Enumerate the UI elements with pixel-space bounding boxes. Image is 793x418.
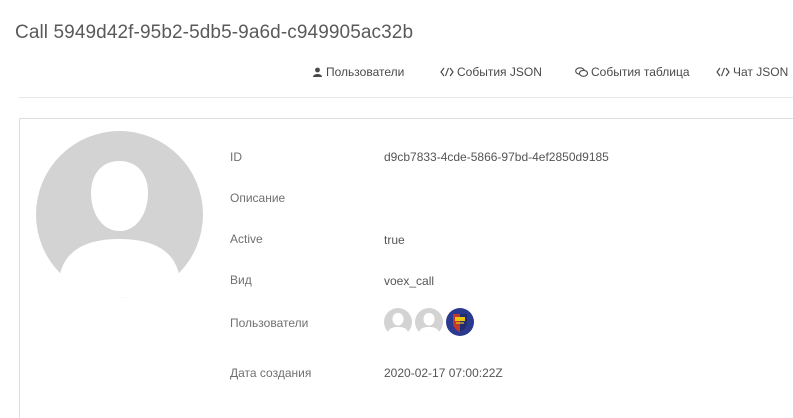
code-icon [716,67,730,77]
id-label: ID [230,150,242,164]
users-list [384,307,477,337]
user-placeholder-icon[interactable] [384,308,412,336]
created-value: 2020-02-17 07:00:22Z [384,366,503,380]
user-avatar-icon[interactable] [446,308,474,336]
tab-events-table-label: События таблица [591,65,690,79]
tab-chat-json[interactable]: Чат JSON [716,65,788,79]
active-label: Active [230,232,263,246]
tab-events-json-label: События JSON [457,65,542,79]
tab-events-json[interactable]: События JSON [440,65,542,79]
users-label: Пользователи [230,316,309,330]
users-icon [312,67,323,77]
tab-chat-json-label: Чат JSON [733,65,789,79]
kind-label: Вид [230,273,252,287]
description-label: Описание [230,191,286,205]
tab-users[interactable]: Пользователи [312,65,404,79]
avatar [36,131,203,298]
header-divider [19,97,793,98]
page-title: Call 5949d42f-95b2-5db5-9a6d-c949905ac32… [15,22,414,43]
user-placeholder-icon[interactable] [415,308,443,336]
nav-tabs: Пользователи События JSON События таблиц… [0,65,793,83]
tab-users-label: Пользователи [326,65,405,79]
user-placeholder-icon [36,131,203,298]
code-icon [440,67,454,77]
active-value: true [384,233,405,247]
kind-value: voex_call [384,274,435,288]
id-value: d9cb7833-4cde-5866-97bd-4ef2850d9185 [384,150,609,164]
created-label: Дата создания [230,366,312,380]
chat-bubbles-icon [575,67,588,77]
tab-events-table[interactable]: События таблица [575,65,690,79]
